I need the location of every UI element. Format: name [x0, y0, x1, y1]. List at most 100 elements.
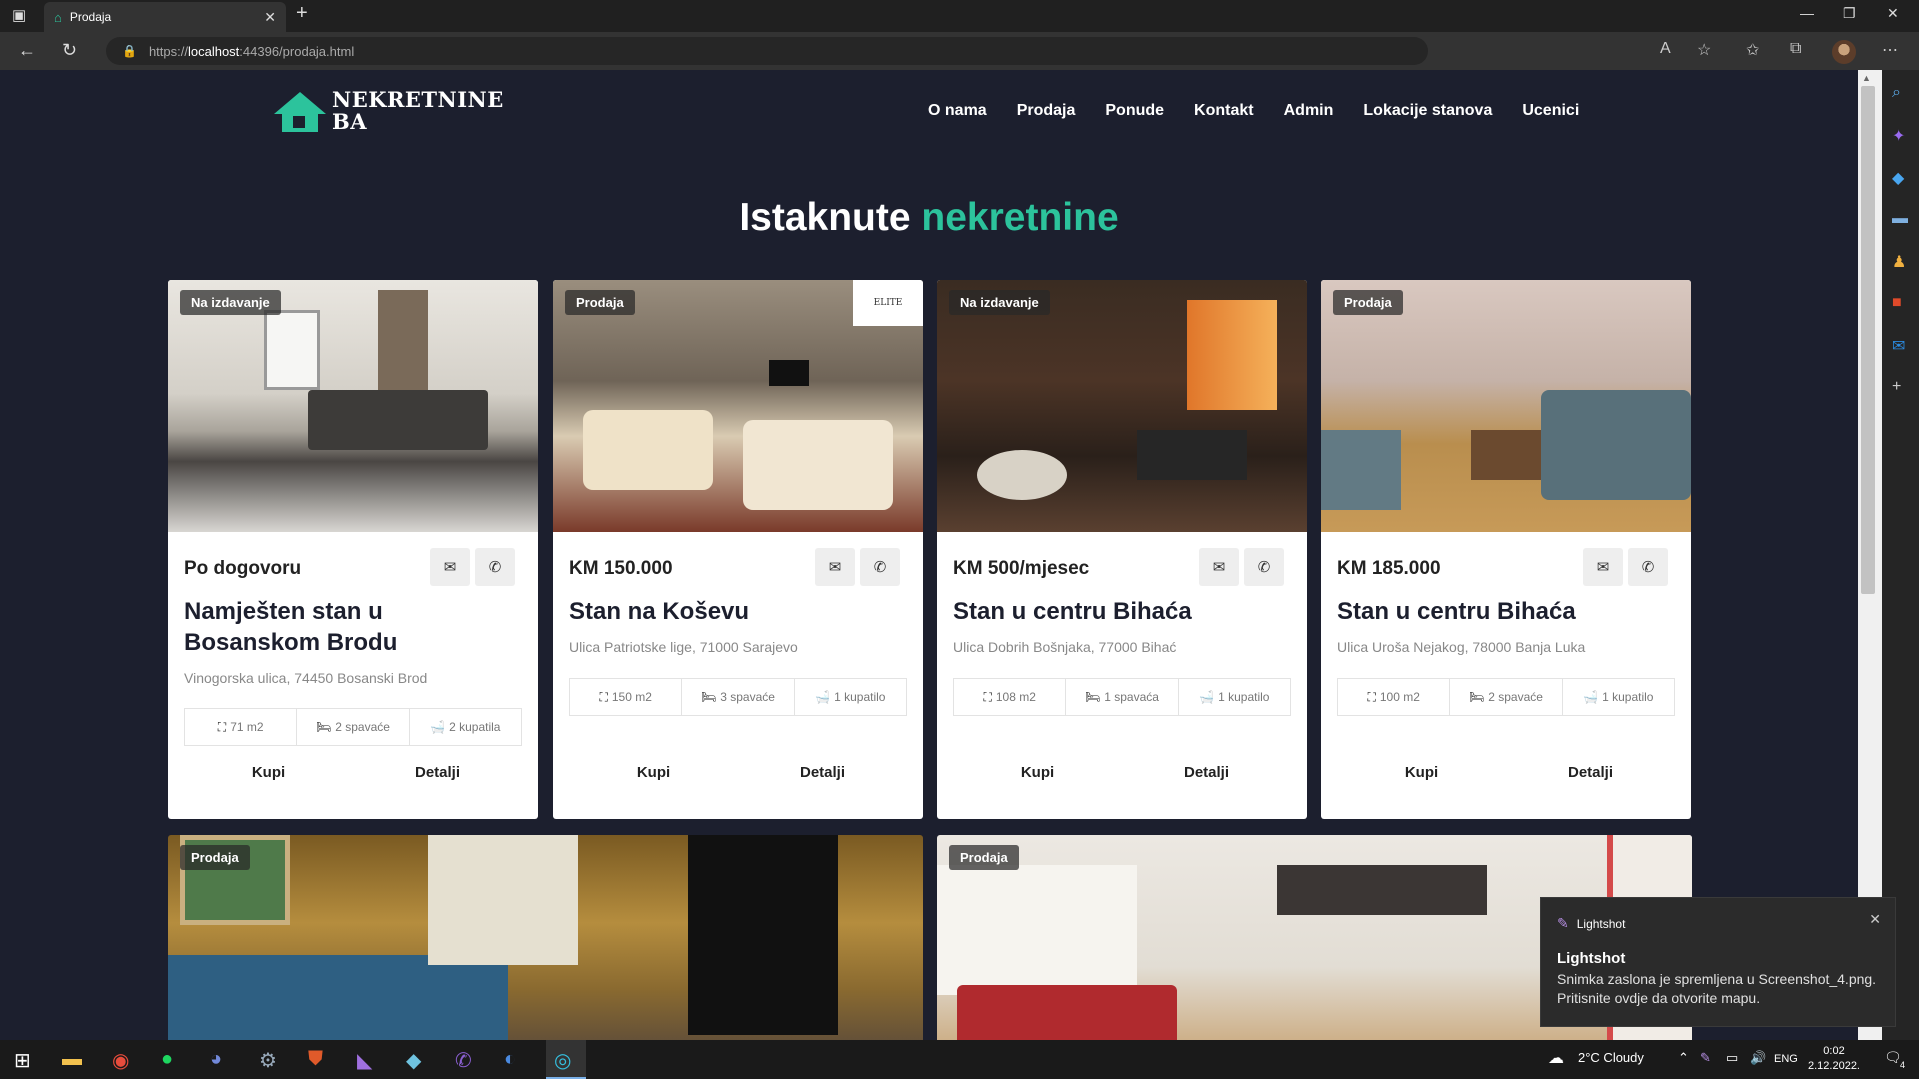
add-favorite-icon[interactable]: ☆ — [1697, 40, 1711, 60]
details-button[interactable]: Detalji — [1506, 764, 1675, 781]
logo-line2: BA — [332, 109, 368, 134]
property-title: Namješten stan u Bosanskom Brodu — [184, 598, 398, 656]
shopping-icon[interactable]: ◆ — [1892, 168, 1904, 188]
chrome-icon[interactable]: ◉ — [112, 1048, 129, 1073]
cloudy-weather-icon: ☁ — [1548, 1050, 1564, 1067]
brave-icon[interactable]: ⛊ — [308, 1048, 323, 1071]
lightshot-notification[interactable]: ✎ Lightshot ✕ Lightshot Snimka zaslona je… — [1540, 897, 1896, 1027]
buy-button[interactable]: Kupi — [184, 764, 353, 781]
nav-lokacije-stanova[interactable]: Lokacije stanova — [1363, 102, 1492, 120]
lightshot-tray-icon[interactable]: ✎ — [1700, 1050, 1711, 1066]
price: KM 150.000 — [569, 558, 673, 579]
close-notification-icon[interactable]: ✕ — [1869, 911, 1881, 928]
read-aloud-icon[interactable]: A — [1660, 40, 1671, 58]
language-indicator[interactable]: ENG — [1774, 1053, 1798, 1065]
windows-start-icon[interactable]: ⊞ — [14, 1048, 31, 1073]
discord-icon[interactable]: ◕ — [210, 1048, 222, 1071]
details-button[interactable]: Detalji — [738, 764, 907, 781]
logo-line1: NEKRETNINE — [332, 87, 504, 112]
nav-ponude[interactable]: Ponude — [1105, 102, 1164, 120]
bed-icon: 🛏 — [316, 720, 332, 734]
games-icon[interactable]: ♟ — [1892, 252, 1906, 272]
call-button[interactable]: ✆ — [1628, 548, 1668, 586]
file-explorer-icon[interactable]: ▬ — [62, 1048, 82, 1071]
call-button[interactable]: ✆ — [475, 548, 515, 586]
weather-text[interactable]: 2°C Cloudy — [1578, 1050, 1644, 1065]
collections-icon[interactable]: ⧉ — [1790, 40, 1801, 58]
restore-icon[interactable]: ❐ — [1843, 5, 1856, 22]
nav-kontakt[interactable]: Kontakt — [1194, 102, 1254, 120]
price: Po dogovoru — [184, 558, 302, 579]
property-photo[interactable] — [937, 280, 1307, 532]
headline-plain: Istaknute — [739, 196, 922, 239]
tab-actions-icon[interactable]: ▣ — [12, 6, 26, 24]
stat-area: ⛶ 71 m2 — [185, 709, 298, 745]
details-button[interactable]: Detalji — [1122, 764, 1291, 781]
edge-icon[interactable]: ◎ — [554, 1048, 571, 1073]
property-photo[interactable] — [1321, 280, 1691, 532]
house-logo-icon — [272, 88, 328, 134]
window-close-icon[interactable]: ✕ — [1887, 5, 1899, 22]
property-photo[interactable]: ELITE — [553, 280, 923, 532]
viber-icon[interactable]: ✆ — [455, 1048, 472, 1073]
email-button[interactable]: ✉ — [815, 548, 855, 586]
url-field[interactable]: 🔒 https://localhost:44396/prodaja.html — [106, 37, 1428, 65]
add-sidebar-icon[interactable]: + — [1892, 378, 1901, 396]
clock-date: 2.12.2022. — [1808, 1060, 1860, 1072]
toast-app-name: Lightshot — [1576, 916, 1626, 931]
profile-avatar[interactable] — [1832, 40, 1856, 64]
expand-icon: ⛶ — [983, 689, 992, 704]
stat-bedrooms: 🛏 2 spavaće — [297, 709, 410, 745]
scroll-up-icon[interactable]: ▲ — [1862, 73, 1871, 83]
envelope-icon: ✉ — [828, 559, 842, 576]
tray-overflow-icon[interactable]: ⌃ — [1678, 1050, 1689, 1066]
stat-bathrooms: 🛁 2 kupatila — [430, 720, 501, 734]
discover-icon[interactable]: ✦ — [1892, 126, 1905, 146]
email-button[interactable]: ✉ — [1583, 548, 1623, 586]
back-arrow-icon[interactable]: ← — [18, 40, 36, 61]
minimize-icon[interactable]: — — [1800, 5, 1814, 21]
listing-type-badge: Prodaja — [949, 845, 1019, 870]
refresh-icon[interactable]: ↻ — [62, 40, 77, 61]
close-tab-icon[interactable]: ✕ — [264, 9, 276, 26]
volume-icon[interactable]: 🔊 — [1750, 1050, 1766, 1066]
search-icon[interactable]: ⌕ — [1892, 84, 1901, 102]
details-button[interactable]: Detalji — [353, 764, 522, 781]
outlook-icon[interactable]: ✉ — [1892, 336, 1905, 356]
envelope-icon: ✉ — [443, 559, 457, 576]
property-card-wide[interactable]: Prodaja — [168, 835, 923, 1040]
app-circle-icon[interactable]: ◐ — [504, 1048, 516, 1071]
buy-button[interactable]: Kupi — [1337, 764, 1506, 781]
tools-icon[interactable]: ▬ — [1892, 210, 1908, 228]
favorites-icon[interactable]: ✩ — [1746, 40, 1759, 60]
email-button[interactable]: ✉ — [430, 548, 470, 586]
property-title: Stan u centru Bihaća — [953, 598, 1192, 625]
network-icon[interactable]: ▭ — [1726, 1050, 1738, 1066]
more-menu-icon[interactable]: ⋯ — [1882, 40, 1898, 60]
nav-o-nama[interactable]: O nama — [928, 102, 987, 120]
spotify-icon[interactable]: ● — [161, 1048, 173, 1071]
site-logo[interactable]: NEKRETNINE BA — [272, 88, 504, 134]
call-button[interactable]: ✆ — [1244, 548, 1284, 586]
office-icon[interactable]: ■ — [1892, 294, 1902, 312]
app-icon[interactable]: ◆ — [406, 1048, 421, 1073]
nav-ucenici[interactable]: Ucenici — [1522, 102, 1579, 120]
call-button[interactable]: ✆ — [860, 548, 900, 586]
tab-bar: ▣ ⌂ Prodaja ✕ + — ❐ ✕ — [0, 0, 1919, 32]
steam-icon[interactable]: ⚙ — [259, 1048, 277, 1073]
property-card: Na izdavanje Po dogovoru ✉ ✆ Namješten s… — [168, 280, 538, 819]
nav-prodaja[interactable]: Prodaja — [1017, 102, 1076, 120]
email-button[interactable]: ✉ — [1199, 548, 1239, 586]
visual-studio-icon[interactable]: ◣ — [357, 1048, 372, 1073]
scrollbar-thumb[interactable] — [1861, 86, 1875, 594]
property-photo[interactable] — [168, 280, 538, 532]
buy-button[interactable]: Kupi — [569, 764, 738, 781]
property-stats: ⛶ 71 m2 🛏 2 spavaće 🛁 2 kupatila — [184, 708, 522, 746]
new-tab-icon[interactable]: + — [296, 2, 308, 25]
tab-prodaja[interactable]: ⌂ Prodaja ✕ — [44, 2, 286, 32]
nav-admin[interactable]: Admin — [1284, 102, 1334, 120]
clock[interactable]: 0:02 2.12.2022. — [1808, 1044, 1860, 1074]
buy-button[interactable]: Kupi — [953, 764, 1122, 781]
clock-time: 0:02 — [1823, 1045, 1845, 1057]
stat-bedrooms: 🛏 2 spavaće — [1450, 679, 1563, 715]
